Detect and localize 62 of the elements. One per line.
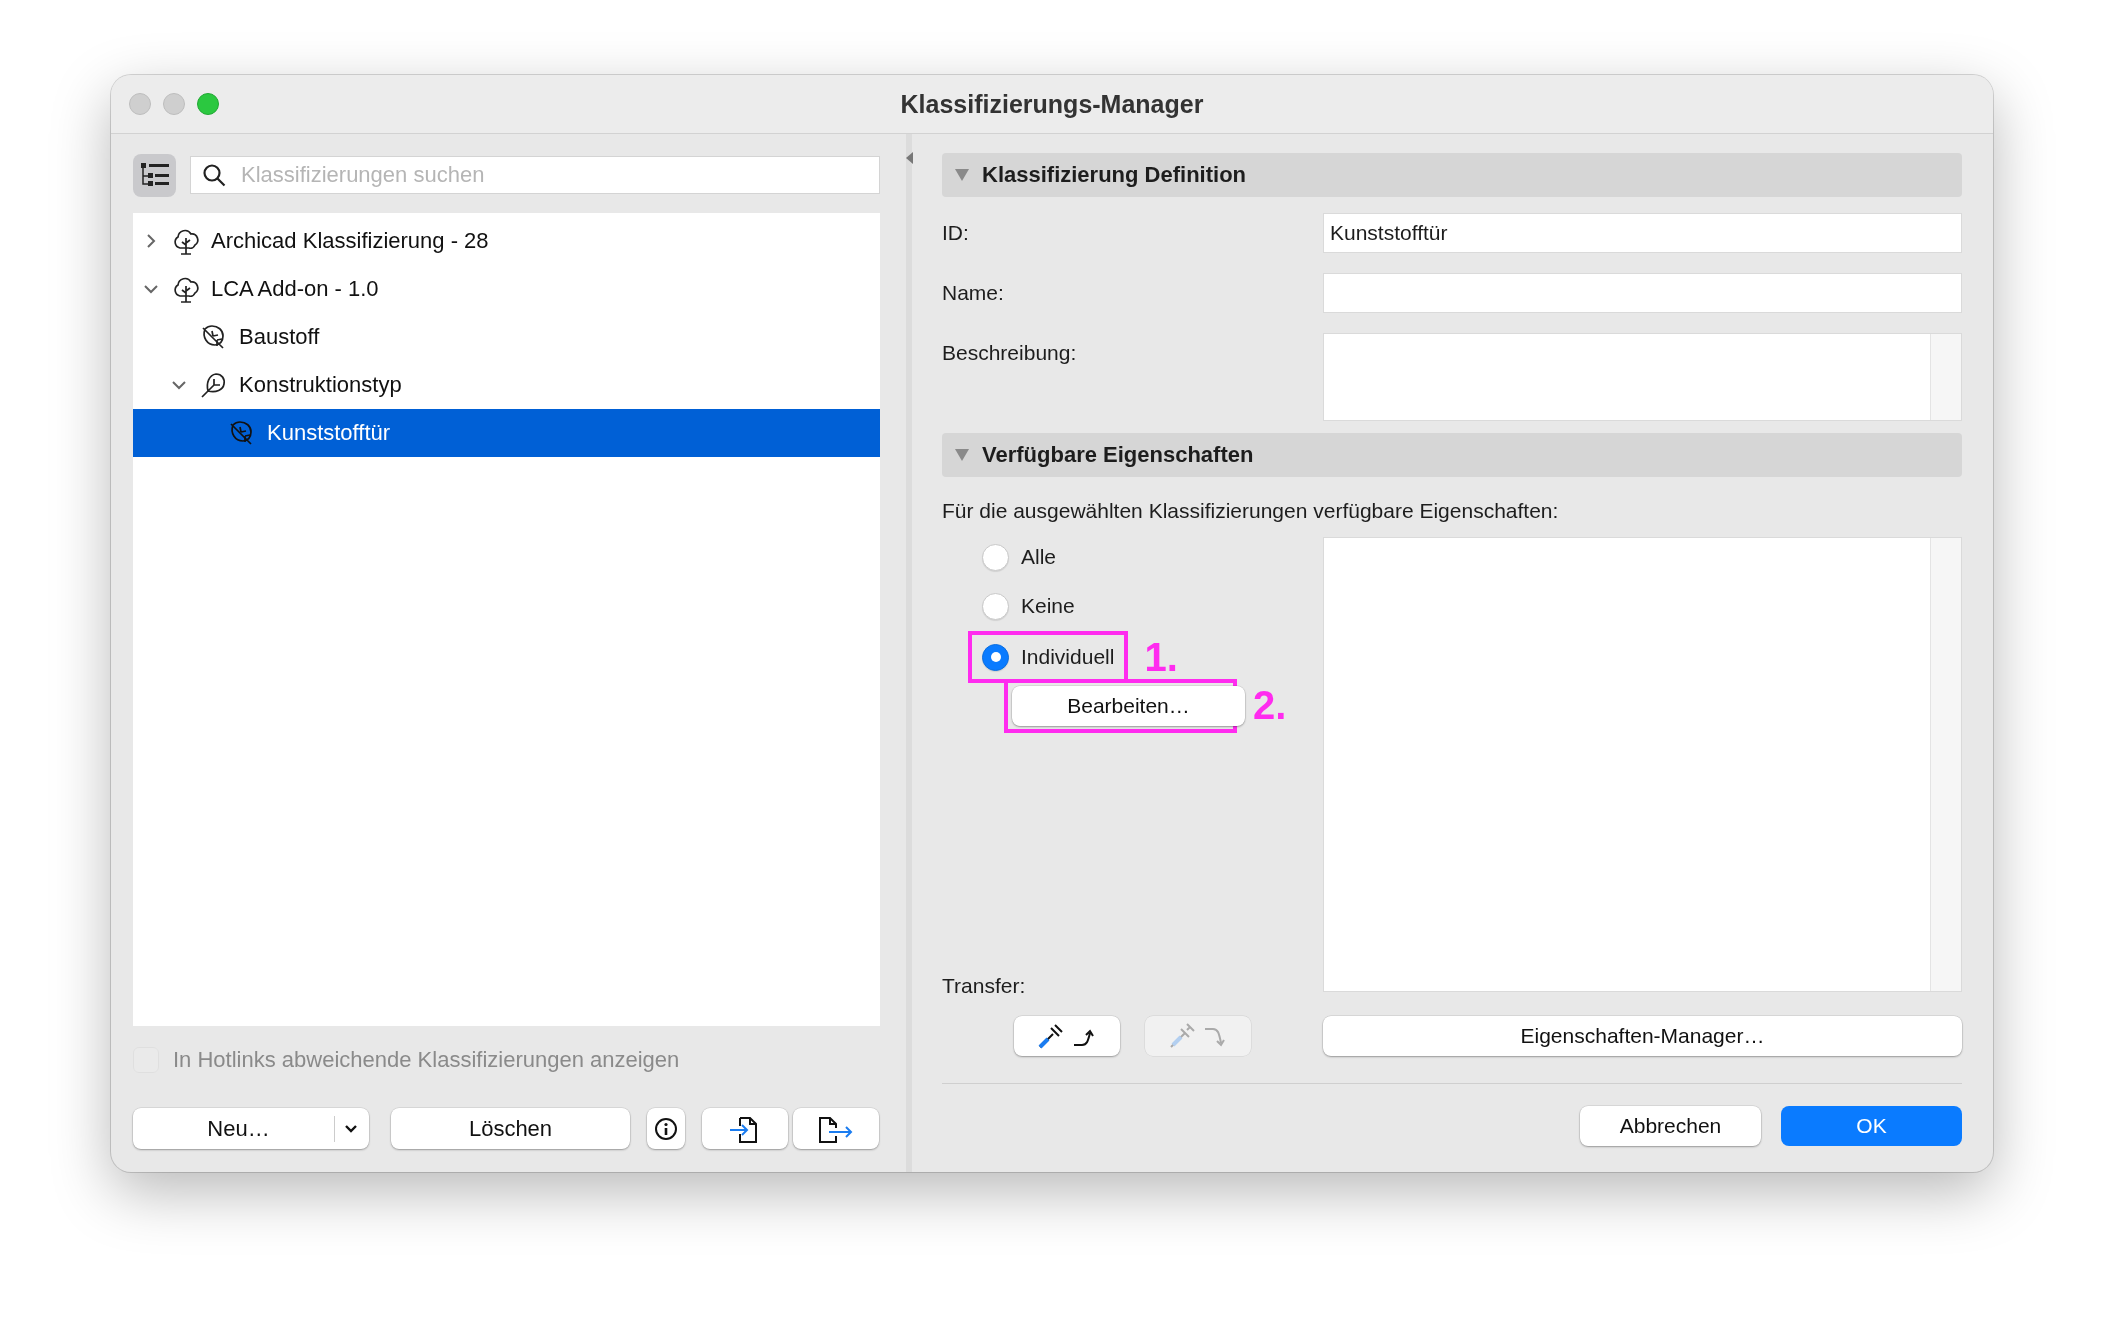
tree-view-button[interactable] bbox=[133, 153, 176, 197]
radio-button[interactable] bbox=[982, 643, 1009, 671]
checkbox-label: In Hotlinks abweichende Klassifizierungen anzeigen bbox=[173, 1047, 680, 1073]
caption-text: Für die ausgewählten Klassifizierungen verfügbare Eigenschaften: bbox=[942, 499, 1560, 524]
radio-option[interactable]: Alle bbox=[982, 539, 1323, 575]
disclosure-down-icon[interactable] bbox=[954, 168, 970, 182]
delete-button[interactable]: Löschen bbox=[391, 1108, 630, 1149]
text-field[interactable]: Kunststofftür bbox=[1323, 213, 1962, 253]
section-header[interactable]: Verfügbare Eigenschaften bbox=[942, 433, 1962, 477]
window-title: Klassifizierungs-Manager bbox=[900, 89, 1204, 118]
search-field[interactable]: Klassifizierungen suchen bbox=[190, 156, 880, 194]
field-value: Kunststofftür bbox=[1330, 221, 1448, 245]
zoom-icon[interactable] bbox=[197, 93, 219, 115]
tree-row[interactable]: Baustoff bbox=[133, 313, 880, 361]
close-icon[interactable] bbox=[129, 93, 151, 115]
leaf-icon bbox=[199, 323, 227, 351]
ok-button[interactable]: OK bbox=[1781, 1106, 1962, 1146]
radio-option[interactable]: Keine bbox=[982, 588, 1323, 624]
text-area[interactable] bbox=[1323, 333, 1962, 421]
branch-icon bbox=[199, 371, 227, 399]
disclosure-down-icon[interactable] bbox=[954, 448, 970, 462]
properties-manager-button[interactable]: Eigenschaften-Manager… bbox=[1323, 1016, 1962, 1056]
info-icon bbox=[654, 1116, 678, 1141]
radio-button[interactable] bbox=[982, 592, 1009, 620]
step-number: 1. bbox=[1144, 637, 1178, 677]
new-button-label[interactable]: Neu… bbox=[133, 1115, 334, 1142]
section-title: Verfügbare Eigenschaften bbox=[982, 442, 1254, 468]
radio-option[interactable]: Individuell bbox=[982, 639, 1115, 675]
import-button[interactable] bbox=[702, 1108, 788, 1149]
radio-label: Alle bbox=[1021, 545, 1057, 569]
radio-button[interactable] bbox=[982, 543, 1009, 571]
collapse-arrow-icon[interactable] bbox=[906, 152, 913, 164]
info-button[interactable] bbox=[647, 1108, 685, 1149]
search-icon bbox=[202, 163, 226, 187]
section-header[interactable]: Klassifizierung Definition bbox=[942, 153, 1962, 197]
tree-row[interactable]: Kunststofftür bbox=[133, 409, 880, 457]
tree-item-label: Kunststofftür bbox=[267, 420, 391, 446]
export-button[interactable] bbox=[793, 1108, 879, 1149]
step-number: 2. bbox=[1253, 685, 1287, 725]
field-label: Beschreibung: bbox=[942, 340, 1078, 365]
list-tree-icon bbox=[139, 162, 170, 188]
new-split-button[interactable]: Neu… bbox=[133, 1108, 369, 1149]
field-label: ID: bbox=[942, 221, 970, 245]
leaf-icon bbox=[227, 419, 255, 447]
edit-button[interactable]: Bearbeiten… bbox=[1012, 686, 1245, 726]
split-handle[interactable] bbox=[906, 134, 912, 1172]
tree-row[interactable]: Archicad Klassifizierung - 28 bbox=[133, 217, 880, 265]
field-label: Name: bbox=[942, 281, 1005, 305]
tree-item-label: Konstruktionstyp bbox=[239, 372, 402, 398]
transfer-button[interactable] bbox=[1014, 1016, 1120, 1056]
tree-row[interactable]: Konstruktionstyp bbox=[133, 361, 880, 409]
tree-row[interactable]: LCA Add-on - 1.0 bbox=[133, 265, 880, 313]
radio-label: Keine bbox=[1021, 594, 1075, 618]
transfer-label: Transfer: bbox=[942, 974, 1026, 998]
cancel-button[interactable]: Abbrechen bbox=[1580, 1106, 1761, 1146]
section-title: Klassifizierung Definition bbox=[982, 162, 1247, 188]
radio-label: Individuell bbox=[1021, 645, 1115, 669]
tree-item-label: LCA Add-on - 1.0 bbox=[211, 276, 379, 302]
tree-item-label: Baustoff bbox=[239, 324, 320, 350]
text-field[interactable] bbox=[1323, 273, 1962, 313]
tree-item-label: Archicad Klassifizierung - 28 bbox=[211, 228, 489, 254]
minimize-icon[interactable] bbox=[163, 93, 185, 115]
